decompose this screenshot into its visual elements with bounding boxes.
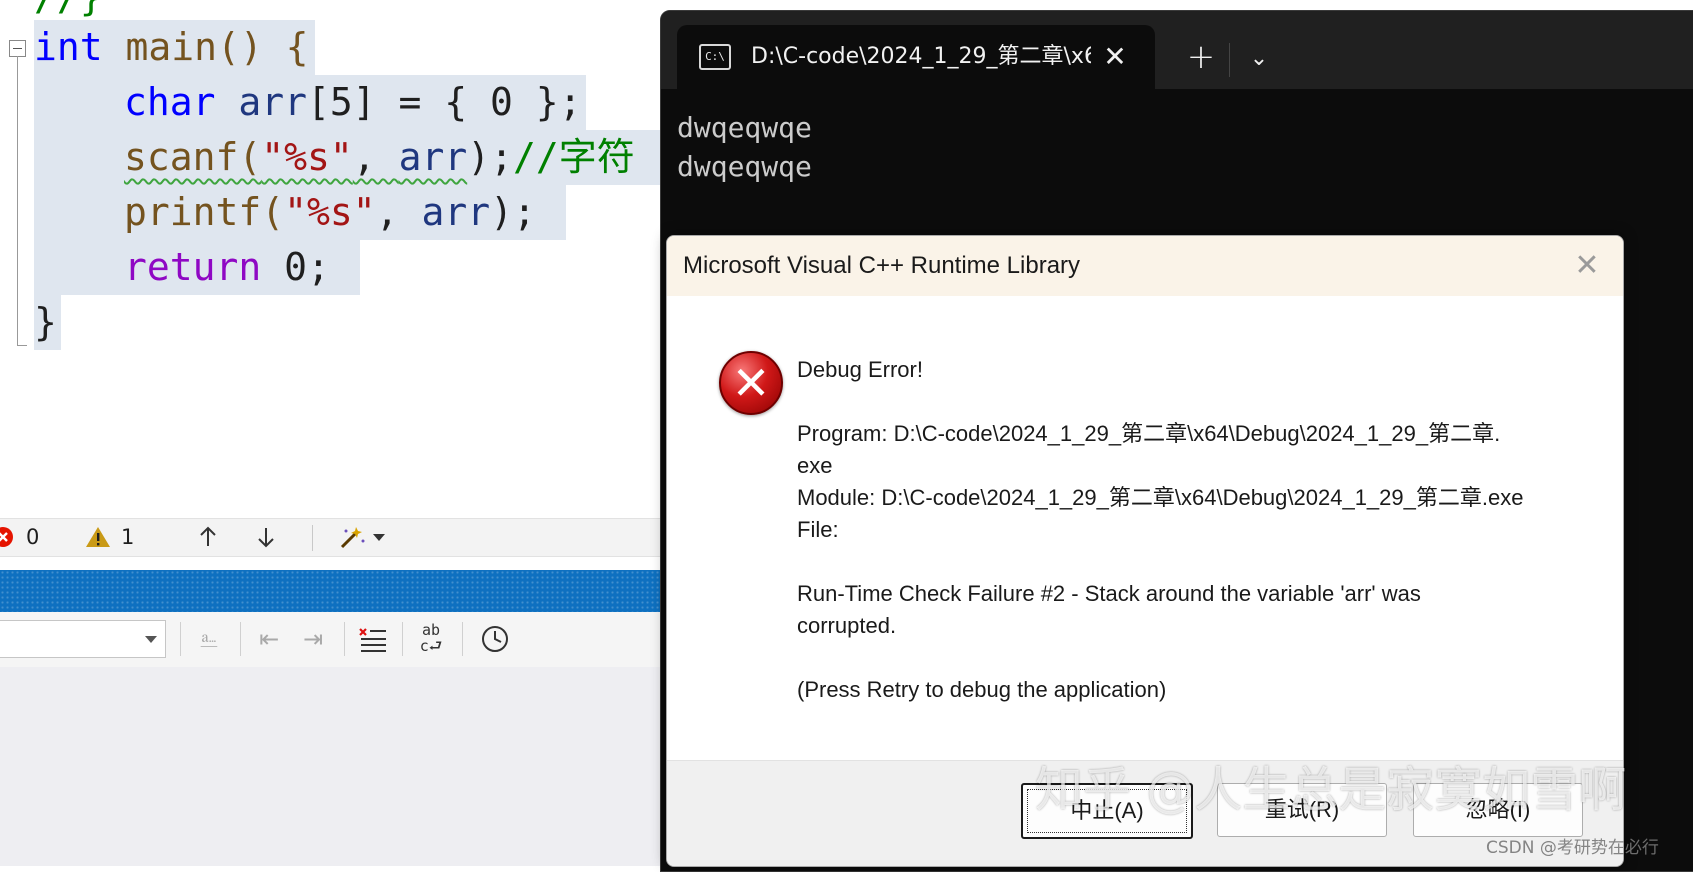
- next-error-button[interactable]: [254, 524, 278, 550]
- close-icon[interactable]: ✕: [1097, 39, 1133, 75]
- warning-triangle-icon: [86, 527, 110, 547]
- warnings-count: 1: [121, 525, 135, 549]
- arrow-up-icon: [200, 526, 216, 546]
- errors-count: 0: [26, 525, 40, 549]
- titlebar-separator: [1229, 43, 1230, 77]
- console-icon: C:\: [699, 44, 731, 70]
- dialog-title: Microsoft Visual C++ Runtime Library: [683, 252, 1081, 279]
- errors-filter[interactable]: 0: [0, 524, 39, 550]
- error-circle-icon: [0, 527, 13, 547]
- toolbar-separator: [402, 622, 403, 656]
- word-wrap-icon[interactable]: ab c⮐: [414, 622, 448, 656]
- zhihu-watermark: 知乎 @人生总是寂寞如雪啊: [1035, 762, 1627, 818]
- code-line-3[interactable]: scanf("%s", arr);//字符: [34, 130, 665, 185]
- terminal-titlebar[interactable]: C:\ D:\C-code\2024_1_29_第二章\x64\Debug\20…: [661, 11, 1693, 89]
- toolbar-separator: [462, 622, 463, 656]
- message-line: Program: D:\C-code\2024_1_29_第二章\x64\Deb…: [797, 421, 1501, 446]
- chevron-down-icon: [373, 534, 385, 541]
- message-line: [797, 386, 1597, 418]
- clock-glyph: [482, 626, 508, 652]
- output-toolbar: ⎁ ⇤ ⇥ ab c⮐: [0, 612, 670, 668]
- fold-line-end: [17, 345, 27, 346]
- errbar-separator: [312, 525, 313, 551]
- go-to-line-icon[interactable]: ⎁: [192, 622, 226, 656]
- terminal-tab-title: D:\C-code\2024_1_29_第二章\x64\Debug\2024_1…: [751, 44, 1091, 69]
- message-line: Run-Time Check Failure #2 - Stack around…: [797, 581, 1421, 606]
- output-pane-titlebar[interactable]: [0, 570, 670, 612]
- message-line: (Press Retry to debug the application): [797, 677, 1167, 702]
- error-x-icon: ✕: [719, 351, 783, 415]
- terminal-tab[interactable]: C:\ D:\C-code\2024_1_29_第二章\x64\Debug\20…: [677, 25, 1155, 89]
- clear-all-glyph: [359, 628, 386, 652]
- prev-error-button[interactable]: [196, 524, 220, 550]
- toolbar-separator: [180, 622, 181, 656]
- code-line-1[interactable]: int main() {: [34, 20, 315, 75]
- error-list-bar: 0 1: [0, 518, 670, 557]
- toolbar-separator: [240, 622, 241, 656]
- output-pane-content[interactable]: [0, 667, 670, 866]
- warnings-filter[interactable]: 1: [85, 524, 134, 550]
- new-tab-button[interactable]: +: [1181, 37, 1221, 77]
- code-line-2[interactable]: char arr[5] = { 0 };: [34, 75, 586, 130]
- message-line: exe: [797, 453, 833, 478]
- arrow-down-icon: [258, 528, 274, 548]
- terminal-output-line: dwqeqwqe: [677, 111, 812, 144]
- filter-button[interactable]: [338, 524, 386, 550]
- output-source-select[interactable]: [0, 620, 166, 658]
- toolbar-separator: [344, 622, 345, 656]
- code-editor[interactable]: //} int main() { char arr[5] = { 0 }; sc…: [0, 0, 670, 525]
- message-line: Module: D:\C-code\2024_1_29_第二章\x64\Debu…: [797, 485, 1524, 510]
- fold-toggle-icon[interactable]: [9, 40, 26, 57]
- next-message-icon[interactable]: ⇥: [296, 622, 330, 656]
- code-line-5[interactable]: return 0;: [34, 240, 360, 295]
- chevron-down-icon: [145, 636, 157, 643]
- message-line: Debug Error!: [797, 357, 923, 382]
- terminal-output[interactable]: dwqeqwqe dwqeqwqe: [677, 108, 812, 186]
- magic-wand-icon: [340, 527, 365, 549]
- message-line: File:: [797, 517, 839, 542]
- close-icon[interactable]: ✕: [1569, 248, 1605, 284]
- previous-message-icon[interactable]: ⇤: [252, 622, 286, 656]
- clear-all-icon[interactable]: [356, 622, 390, 656]
- code-line-6[interactable]: }: [34, 295, 61, 350]
- dialog-message: Debug Error! Program: D:\C-code\2024_1_2…: [797, 354, 1597, 706]
- code-line-4[interactable]: printf("%s", arr);: [34, 185, 566, 240]
- chevron-down-icon[interactable]: ⌄: [1239, 39, 1279, 79]
- terminal-output-line: dwqeqwqe: [677, 150, 812, 183]
- clock-icon[interactable]: [478, 622, 512, 656]
- message-line: [797, 546, 1597, 578]
- message-line: [797, 642, 1597, 674]
- message-line: corrupted.: [797, 613, 897, 638]
- fold-line: [17, 56, 18, 346]
- csdn-watermark: CSDN @考研势在必行: [1486, 838, 1659, 858]
- dialog-titlebar[interactable]: Microsoft Visual C++ Runtime Library ✕: [667, 236, 1623, 296]
